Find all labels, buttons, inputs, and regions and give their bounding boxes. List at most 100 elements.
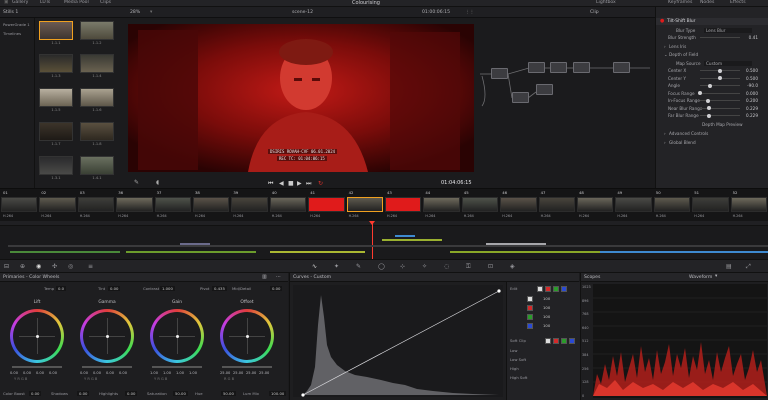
gallery-still[interactable] <box>80 21 114 40</box>
gallery-still[interactable] <box>39 122 73 141</box>
color-wheels-icon[interactable]: ◉ <box>36 263 41 270</box>
param-value[interactable]: -90.0 <box>747 83 758 88</box>
curve-point[interactable] <box>497 289 501 293</box>
qualifier-icon[interactable]: ✎ <box>356 263 361 270</box>
wheel-puck[interactable] <box>105 334 109 338</box>
chevron-down-icon[interactable]: ▾ <box>715 274 717 279</box>
timeline-clip[interactable] <box>450 251 600 253</box>
clip-mode[interactable]: Clip <box>590 10 599 15</box>
softclip-b-toggle[interactable] <box>569 338 575 344</box>
slider-handle[interactable] <box>707 106 712 111</box>
timeline-clip[interactable] <box>395 235 415 237</box>
gallery-icon[interactable]: ▣ <box>4 0 8 5</box>
intensity-value[interactable]: 100 <box>543 323 550 328</box>
stop-icon[interactable]: ■ <box>288 180 294 187</box>
gallery-still[interactable] <box>39 21 73 40</box>
color-match-icon[interactable]: ⊕ <box>20 263 25 270</box>
wheel-value[interactable]: 0.00 <box>93 371 101 375</box>
viewer-image[interactable]: DSIRIS ROVAH-CVF 06.01.2024 REC TC: 01:0… <box>128 24 474 172</box>
effect-enable-icon[interactable]: ● <box>660 18 664 24</box>
wheel-value[interactable]: 0.00 <box>49 371 57 375</box>
slider-handle[interactable] <box>708 83 712 88</box>
node-07[interactable] <box>613 62 630 73</box>
scope-mode-select[interactable]: Waveform <box>689 275 712 280</box>
master-wheel[interactable] <box>12 366 62 368</box>
more-icon[interactable]: ⋯ <box>276 274 281 280</box>
clip-thumbnail[interactable] <box>39 197 76 212</box>
gallery-still[interactable] <box>80 54 114 73</box>
param-value[interactable]: 0.229 <box>746 106 758 111</box>
sizing-icon[interactable]: ⊡ <box>488 263 493 270</box>
slider-handle[interactable] <box>718 68 722 73</box>
intensity-value[interactable]: 100 <box>543 314 550 319</box>
clip-thumbnail[interactable] <box>269 197 307 212</box>
softclip-low[interactable]: Low <box>510 348 517 353</box>
node-06[interactable] <box>536 84 553 95</box>
section-advanced[interactable]: › Advanced Controls <box>662 131 766 137</box>
prev-clip-icon[interactable]: ⏮ <box>268 180 273 188</box>
clip-thumbnail[interactable] <box>577 197 614 212</box>
menu-keyframes[interactable]: Keyframes <box>668 0 692 5</box>
curves-graph[interactable] <box>293 285 503 397</box>
wheel-center[interactable] <box>83 312 131 360</box>
motion-effects-icon[interactable]: ◎ <box>68 263 73 270</box>
timeline-clip[interactable] <box>126 251 256 253</box>
wheel-value[interactable]: 1.00 <box>189 371 197 375</box>
clip-thumbnail[interactable] <box>308 197 345 212</box>
clip-thumbnail[interactable] <box>538 197 575 212</box>
timeline-clip[interactable] <box>180 243 210 245</box>
clip-thumbnail[interactable] <box>1 197 38 212</box>
channel-r-toggle[interactable] <box>545 286 551 292</box>
3d-icon[interactable]: ◈ <box>510 263 515 270</box>
color-wheel[interactable] <box>10 309 64 363</box>
node-01[interactable] <box>491 68 508 79</box>
param-slider[interactable] <box>700 92 740 94</box>
menu-gallery[interactable]: Gallery <box>12 0 28 5</box>
color-wheel[interactable] <box>80 309 134 363</box>
zoom-level[interactable]: 28% <box>130 10 140 15</box>
wheel-value[interactable]: 1.00 <box>163 371 171 375</box>
wheel-value[interactable]: 0.00 <box>23 371 31 375</box>
menu-media-pool[interactable]: Media Pool <box>64 0 89 5</box>
wheel-value[interactable]: 0.00 <box>119 371 127 375</box>
wheel-puck[interactable] <box>35 334 39 338</box>
menu-lightbox[interactable]: Lightbox <box>596 0 616 5</box>
middetail-value[interactable]: 0.00 <box>270 286 283 291</box>
intensity-value[interactable]: 100 <box>543 305 550 310</box>
softclip-g-toggle[interactable] <box>561 338 567 344</box>
param-slider[interactable] <box>700 107 740 109</box>
param-value[interactable]: 0.200 <box>746 98 758 103</box>
depth-map-preview-toggle[interactable]: Depth Map Preview <box>662 122 766 128</box>
adjust-value[interactable]: 0.00 <box>125 391 138 396</box>
audio-icon[interactable]: ◖ <box>156 179 159 186</box>
blur-icon[interactable]: ◌ <box>444 263 449 270</box>
clip-thumbnail[interactable] <box>615 197 652 212</box>
blur-strength-slider[interactable] <box>700 37 740 39</box>
contrast-value[interactable]: 1.000 <box>160 286 175 291</box>
color-wheel[interactable] <box>220 309 274 363</box>
intensity-value[interactable]: 100 <box>543 296 550 301</box>
color-warper-icon[interactable]: ✦ <box>334 263 339 270</box>
timeline-clip[interactable] <box>486 243 546 245</box>
clip-thumbnail[interactable] <box>116 197 153 212</box>
wheel-value[interactable]: 0.00 <box>80 371 88 375</box>
play-icon[interactable]: ▶ <box>297 180 302 187</box>
playhead[interactable] <box>372 221 373 259</box>
param-value[interactable]: 0.000 <box>746 91 758 96</box>
gallery-still[interactable] <box>80 122 114 141</box>
reverse-play-icon[interactable]: ◀ <box>279 180 284 187</box>
window-icon[interactable]: ◯ <box>378 263 385 270</box>
clip-thumbnail[interactable] <box>423 197 460 212</box>
camera-raw-icon[interactable]: ⊟ <box>4 263 9 270</box>
map-source-select[interactable]: Custom <box>704 61 752 66</box>
wheel-value[interactable]: 25.00 <box>220 371 230 375</box>
wheel-value[interactable]: 1.00 <box>150 371 158 375</box>
channel-b-toggle[interactable] <box>561 286 567 292</box>
clip-thumbnail[interactable] <box>730 197 767 212</box>
adjust-value[interactable]: 50.00 <box>221 391 236 396</box>
node-05[interactable] <box>512 92 529 103</box>
adjust-value[interactable]: 100.00 <box>269 391 287 396</box>
slider-handle[interactable] <box>718 76 722 81</box>
softclip-y-toggle[interactable] <box>545 338 551 344</box>
softclip-low-soft[interactable]: Low Soft <box>510 357 526 362</box>
